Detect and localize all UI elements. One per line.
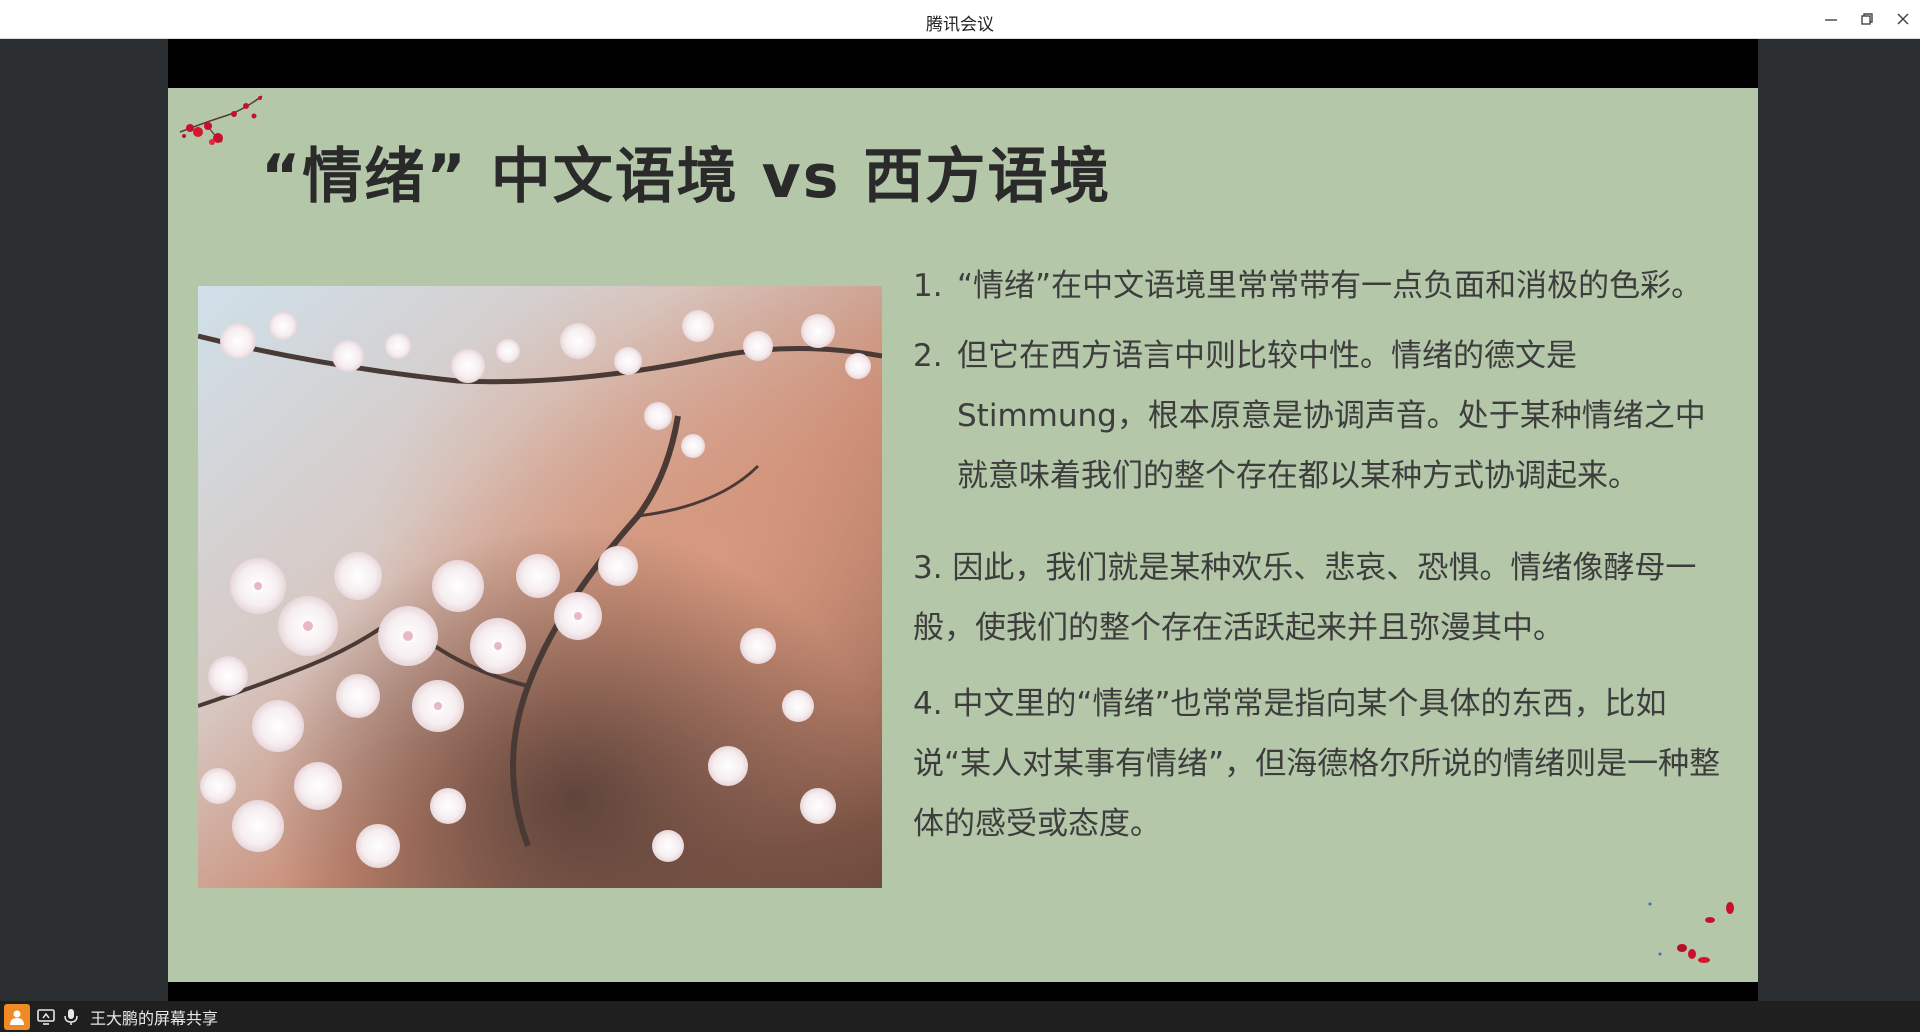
plum-blossom-decoration (179, 95, 263, 145)
point-3-text: 3. 因此，我们就是某种欢乐、悲哀、恐惧。情绪像酵母一般，使我们的整个存在活跃起… (913, 550, 1697, 646)
point-1: 1. “情绪”在中文语境里常常带有一点负面和消极的色彩。 (913, 256, 1733, 316)
window-title: 腾讯会议 (926, 15, 994, 35)
restore-button[interactable] (1852, 6, 1882, 32)
share-info: 王大鹏的屏幕共享 (4, 1004, 218, 1030)
close-button[interactable] (1888, 6, 1918, 32)
point-2: 2. 但它在西方语言中则比较中性。情绪的德文是Stimmung，根本原意是协调声… (913, 326, 1733, 506)
point-1-text: “情绪”在中文语境里常常带有一点负面和消极的色彩。 (957, 268, 1703, 304)
microphone-icon[interactable] (62, 1007, 80, 1027)
minimize-button[interactable] (1816, 6, 1846, 32)
point-1-number: 1. (913, 268, 943, 304)
screen-share-icon[interactable] (36, 1007, 56, 1027)
slide-points: 1. “情绪”在中文语境里常常带有一点负面和消极的色彩。 2. 但它在西方语言中… (913, 256, 1733, 854)
point-2-number: 2. (913, 338, 943, 374)
presentation-slide: “情绪” 中文语境 vs 西方语境 1. “情绪”在中文语境里常常带有一点负面和… (168, 88, 1758, 982)
close-icon (1897, 13, 1909, 25)
falling-petals-decoration (1648, 902, 1734, 963)
point-2-text: 但它在西方语言中则比较中性。情绪的德文是Stimmung，根本原意是协调声音。处… (957, 338, 1706, 494)
point-4-text: 4. 中文里的“情绪”也常常是指向某个具体的东西，比如说“某人对某事有情绪”，但… (913, 686, 1721, 842)
restore-icon (1861, 13, 1873, 25)
meeting-window: 腾讯会议 “情绪” 中文语境 vs 西方语境 1. “情绪”在中文语境里常常带有… (0, 0, 1920, 1032)
cherry-blossom-photo (198, 286, 882, 888)
minimize-icon (1825, 19, 1837, 21)
point-4: 4. 中文里的“情绪”也常常是指向某个具体的东西，比如说“某人对某事有情绪”，但… (913, 674, 1733, 854)
point-3: 3. 因此，我们就是某种欢乐、悲哀、恐惧。情绪像酵母一般，使我们的整个存在活跃起… (913, 538, 1733, 658)
bottom-bar: 王大鹏的屏幕共享 (0, 1001, 1920, 1032)
title-bar: 腾讯会议 (0, 0, 1920, 39)
share-stage: “情绪” 中文语境 vs 西方语境 1. “情绪”在中文语境里常常带有一点负面和… (0, 39, 1920, 1032)
screen-share-label: 王大鹏的屏幕共享 (90, 1009, 219, 1028)
slide-title: “情绪” 中文语境 vs 西方语境 (261, 142, 1112, 212)
user-icon[interactable] (4, 1004, 30, 1030)
